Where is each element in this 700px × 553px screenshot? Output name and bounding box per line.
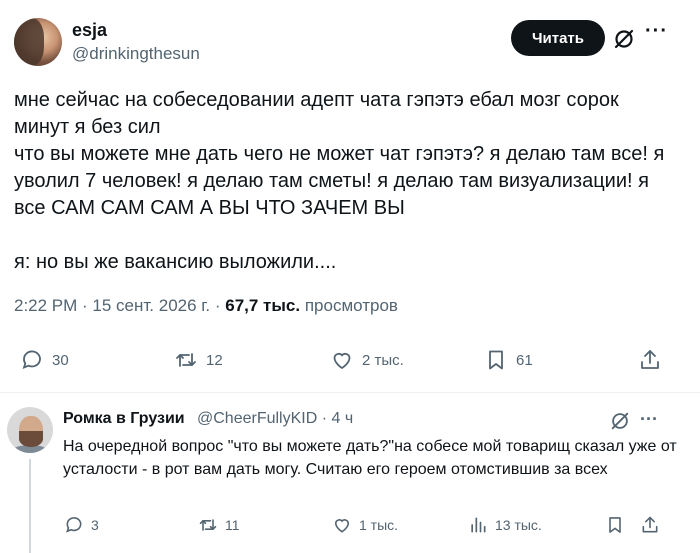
tweet-date[interactable]: 15 сент. 2026 г. bbox=[92, 296, 210, 315]
reply-icon bbox=[22, 350, 41, 370]
author-name[interactable]: esja bbox=[72, 20, 107, 41]
views-label: просмотров bbox=[304, 296, 398, 315]
reply-action-bar: 3 11 1 тыс. 13 тыс. bbox=[0, 515, 700, 539]
retweet-button[interactable]: 12 bbox=[174, 348, 223, 372]
reply-author-handle[interactable]: @CheerFullyKID · 4 ч bbox=[197, 410, 353, 428]
tweet-text: мне сейчас на собеседовании адепт чата г… bbox=[14, 89, 665, 273]
retweet-button[interactable]: 11 bbox=[198, 515, 240, 535]
reply-count: 30 bbox=[52, 351, 69, 369]
like-icon bbox=[333, 352, 351, 370]
retweet-icon bbox=[176, 353, 196, 367]
like-count: 1 тыс. bbox=[359, 517, 399, 533]
bookmark-button[interactable]: 61 bbox=[484, 348, 533, 372]
like-icon bbox=[334, 519, 350, 533]
author-handle[interactable]: @drinkingthesun bbox=[72, 44, 200, 64]
like-count: 2 тыс. bbox=[362, 351, 404, 369]
views-button[interactable]: 13 тыс. bbox=[468, 515, 542, 535]
reply-author-name[interactable]: Ромка в Грузии bbox=[63, 410, 185, 428]
avatar[interactable] bbox=[14, 18, 62, 66]
grok-icon[interactable] bbox=[609, 410, 631, 432]
grok-icon[interactable] bbox=[612, 27, 636, 51]
reply-button[interactable]: 30 bbox=[20, 348, 69, 372]
reply-icon bbox=[66, 517, 82, 533]
reply-button[interactable]: 3 bbox=[64, 515, 99, 535]
more-icon[interactable]: ··· bbox=[640, 409, 658, 430]
tweet-meta: 2:22 PM · 15 сент. 2026 г. · 67,7 тыс. п… bbox=[14, 296, 398, 315]
bookmark-icon bbox=[609, 517, 621, 533]
retweet-icon bbox=[199, 519, 217, 531]
bookmark-count: 61 bbox=[516, 351, 533, 369]
share-icon bbox=[641, 350, 659, 369]
more-icon[interactable]: ··· bbox=[645, 21, 667, 48]
like-button[interactable]: 2 тыс. bbox=[330, 348, 404, 372]
reply-tweet[interactable]: Ромка в Грузии @CheerFullyKID · 4 ч ··· … bbox=[0, 393, 700, 553]
share-button[interactable] bbox=[640, 515, 667, 535]
tweet-time[interactable]: 2:22 PM bbox=[14, 296, 77, 315]
action-bar: 30 12 2 тыс. 61 bbox=[0, 348, 700, 380]
retweet-count: 11 bbox=[225, 517, 240, 533]
retweet-count: 12 bbox=[206, 351, 223, 369]
main-tweet: esja @drinkingthesun Читать ··· мне сейч… bbox=[0, 0, 700, 393]
views-count: 13 тыс. bbox=[495, 517, 542, 533]
reply-text: На очередной вопрос "что вы можете дать?… bbox=[63, 438, 677, 478]
bookmark-button[interactable] bbox=[605, 515, 632, 535]
bookmark-icon bbox=[489, 350, 503, 370]
views-icon bbox=[471, 517, 486, 533]
share-button[interactable] bbox=[638, 348, 670, 372]
reply-avatar[interactable] bbox=[7, 407, 53, 453]
reply-count: 3 bbox=[91, 517, 99, 533]
follow-button[interactable]: Читать bbox=[511, 20, 605, 56]
share-icon bbox=[642, 516, 658, 533]
like-button[interactable]: 1 тыс. bbox=[332, 515, 398, 535]
views-count: 67,7 тыс. bbox=[225, 296, 301, 315]
